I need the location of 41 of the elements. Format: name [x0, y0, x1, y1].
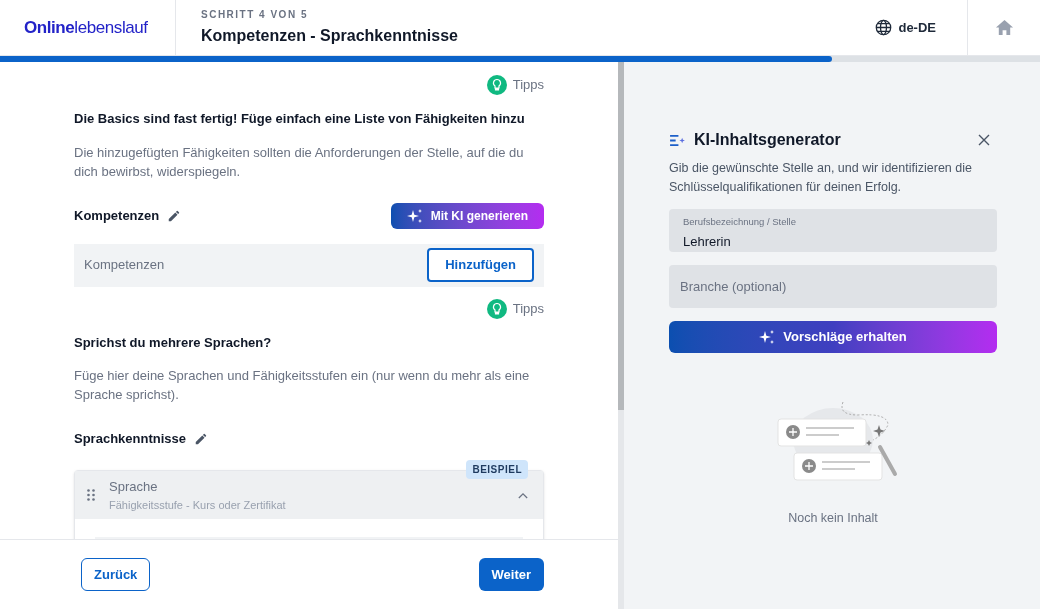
section-description: Die hinzugefügten Fähigkeiten sollten die Anforderungen der Stelle, auf die du dich bewirbst, widerspiegeln. — [74, 143, 525, 181]
section-heading: Die Basics sind fast fertig! Füge einfach eine Liste von Fähigkeiten hinzu — [74, 110, 526, 128]
page-title: Kompetenzen - Sprachkenntnisse — [201, 26, 459, 46]
step-label: SCHRITT 4 VON 5 — [201, 8, 309, 22]
skills-input[interactable]: Kompetenzen — [84, 255, 384, 275]
card-title: Sprache — [109, 478, 159, 496]
pencil-icon[interactable] — [194, 432, 208, 446]
pencil-icon[interactable] — [167, 208, 182, 223]
panel-title: KI-Inhaltsgenerator — [694, 130, 841, 150]
card-subtitle: Fähigkeitsstufe - Kurs oder Zertifikat — [109, 497, 287, 513]
sparkle-icon — [406, 207, 423, 224]
drag-handle-icon[interactable] — [87, 489, 95, 501]
section-description: Füge hier deine Sprachen und Fähigkeitsstufen ein (nur wenn du mehr als eine Sprache sprichst). — [74, 367, 531, 404]
section-heading: Sprichst du mehrere Sprachen? — [74, 333, 273, 352]
logo[interactable]: Onlinelebenslauf — [24, 14, 148, 41]
chevron-up-icon[interactable] — [518, 491, 528, 499]
language-selector[interactable]: de-DE — [898, 17, 936, 38]
lightbulb-icon[interactable] — [486, 75, 507, 95]
field-label: Kompetenzen — [74, 206, 160, 225]
globe-icon[interactable] — [875, 19, 893, 36]
next-button[interactable]: Weiter — [478, 558, 544, 591]
close-icon[interactable] — [978, 134, 990, 146]
sparkle-icon — [759, 329, 776, 345]
tips-link[interactable]: Tipps — [512, 75, 544, 95]
ai-lines-icon — [669, 133, 686, 147]
tips-link[interactable]: Tipps — [512, 298, 544, 319]
industry-field[interactable]: Branche (optional) — [669, 265, 997, 308]
skills-input-field[interactable]: Kompetenzen Hinzufügen — [74, 243, 544, 287]
home-icon[interactable] — [994, 18, 1014, 37]
example-badge: BEISPIEL — [466, 460, 528, 479]
lightbulb-icon[interactable] — [486, 298, 507, 319]
field-floating-label: Berufsbezeichnung / Stelle — [683, 215, 798, 229]
get-suggestions-button[interactable]: Vorschläge erhalten — [669, 321, 997, 353]
field-label: Sprachkenntnisse — [74, 430, 186, 449]
add-button[interactable]: Hinzufügen — [427, 248, 534, 282]
ai-generate-button[interactable]: Mit KI generieren — [390, 202, 544, 229]
panel-description: Gib die gewünschte Stelle an, und wir identifizieren die Schlüsselqualifikationen für deinen Erfolg. — [669, 160, 973, 196]
job-title-field[interactable]: Berufsbezeichnung / Stelle Lehrerin — [669, 209, 997, 252]
empty-state-text: Noch kein Inhalt — [787, 510, 879, 527]
job-title-input[interactable]: Lehrerin — [683, 232, 983, 252]
back-button[interactable]: Zurück — [81, 558, 151, 591]
